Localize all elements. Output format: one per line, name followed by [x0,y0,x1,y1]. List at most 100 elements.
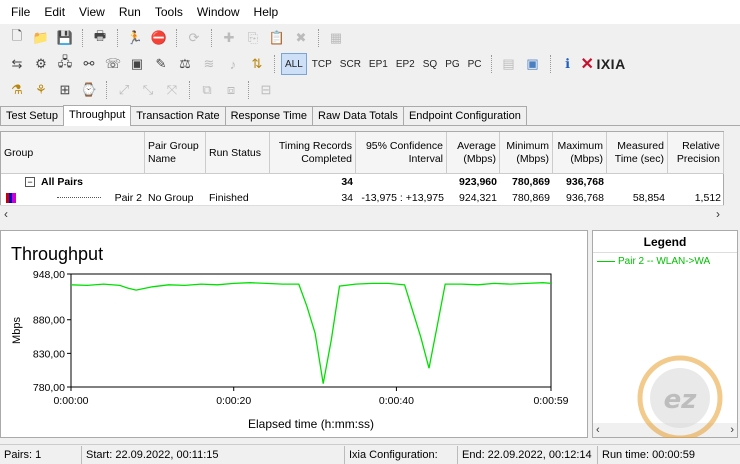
pair-icon[interactable]: ⇆ [6,53,28,75]
analyze-icon[interactable]: ⚖ [174,53,196,75]
throughput-chart: Throughput 948,00 880,00 830,00 780,000:00:0… [11,244,569,431]
filter-all[interactable]: ALL [281,53,307,75]
new-icon[interactable]: 🗋 [6,27,28,49]
menu-view[interactable]: View [72,5,112,19]
summary-maximum: 936,768 [566,176,604,188]
paste-icon[interactable]: 📋 [266,27,288,49]
protocol-toolbar: ⇆ ⚙ 🖧 ⚯ ☏ ▣ ✎ ⚖ ≋ ♪ ⇅ ALL TCP SCR EP1 EP… [0,51,740,77]
view-icon[interactable]: ▦ [325,27,347,49]
col-minimum[interactable]: Minimum (Mbps) [500,132,553,174]
tree-connector [57,197,101,198]
add-pair-icon[interactable]: ✚ [218,27,240,49]
chart-title: Throughput [11,244,103,264]
timing-records: 34 [341,192,353,204]
filter-pg[interactable]: PG [442,53,462,75]
info-icon[interactable]: ℹ [557,53,579,75]
watermark-logo: ez [637,355,723,438]
menu-file[interactable]: File [4,5,37,19]
menu-help[interactable]: Help [247,5,286,19]
scroll-left-icon[interactable]: ‹ [596,424,600,436]
col-timing-records[interactable]: Timing Records Completed [270,132,356,174]
legend-entry-label: Pair 2 -- WLAN->WA [618,256,711,267]
schedule-icon[interactable]: ⌚ [78,79,100,101]
wizard-icon[interactable]: ⚗ [6,79,28,101]
video-icon[interactable]: ▣ [126,53,148,75]
all-pairs-cell: − All Pairs [1,174,145,190]
unlink-icon[interactable]: ⧈ [220,79,242,101]
network-icon[interactable]: ⚯ [78,53,100,75]
open-folder-icon[interactable]: 📁 [30,27,52,49]
col-relative-precision[interactable]: Relative Precision [668,132,724,174]
grid-icon[interactable]: ⊟ [255,79,277,101]
col-group[interactable]: Group [1,132,145,174]
filter-ep1[interactable]: EP1 [366,53,391,75]
table-row-pair-2[interactable]: Pair 2 No Group Finished 34 -13,975 : +1… [1,190,724,206]
y-tick-label: 880,00 [33,315,65,327]
menu-window[interactable]: Window [190,5,247,19]
separator [274,55,275,73]
multicast-icon[interactable]: ⚙ [30,53,52,75]
refresh-icon[interactable]: ⟳ [183,27,205,49]
voip-icon[interactable]: ☏ [102,53,124,75]
scroll-right-icon[interactable]: › [716,207,720,221]
delete-icon[interactable]: ✖ [290,27,312,49]
status-config: Ixia Configuration: [345,445,458,464]
legend-entry-pair-2[interactable]: Pair 2 -- WLAN->WA [593,256,737,267]
edit-script-icon[interactable]: ✎ [150,53,172,75]
export-icon[interactable]: ▣ [522,53,544,75]
status-end: End: 22.09.2022, 00:12:14 [458,445,598,464]
tab-test-setup[interactable]: Test Setup [0,106,64,125]
topology-icon[interactable]: ⊞ [54,79,76,101]
grid-vertical-scrollbar[interactable] [724,131,740,221]
menu-edit[interactable]: Edit [37,5,72,19]
col-average[interactable]: Average (Mbps) [447,132,500,174]
col-pair-group-name[interactable]: Pair Group Name [145,132,206,174]
report-icon[interactable]: ▤ [498,53,520,75]
status-bar: Pairs: 1 Start: 22.09.2022, 00:11:15 Ixi… [0,444,740,464]
tab-throughput[interactable]: Throughput [62,105,132,126]
expand-icon[interactable]: ⤢ [113,79,135,101]
filter-pc[interactable]: PC [465,53,485,75]
filter-scr[interactable]: SCR [337,53,364,75]
relative-precision: 1,512 [694,192,721,204]
tab-transaction-rate[interactable]: Transaction Rate [130,106,226,125]
menu-tools[interactable]: Tools [148,5,190,19]
status-start: Start: 22.09.2022, 00:11:15 [82,445,345,464]
tab-response-time[interactable]: Response Time [224,106,314,125]
tab-raw-data-totals[interactable]: Raw Data Totals [312,106,404,125]
run-status: Finished [209,192,249,204]
col-run-status[interactable]: Run Status [206,132,270,174]
stop-icon[interactable]: ⛔ [148,27,170,49]
filter-sq[interactable]: SQ [420,53,440,75]
separator [248,81,249,99]
throughput-chart-pane: Throughput 948,00 880,00 830,00 780,00 0:00:0… [0,230,588,438]
media-icon[interactable]: ♪ [222,53,244,75]
col-confidence-interval[interactable]: 95% Confidence Interval [356,132,447,174]
save-icon[interactable]: 💾 [54,27,76,49]
col-measured-time[interactable]: Measured Time (sec) [607,132,668,174]
confidence-interval: -13,975 : +13,975 [361,192,444,204]
table-row-all-pairs[interactable]: − All Pairs 34 923,960 780,869 936,768 [1,174,607,190]
endpoint-icon[interactable]: 🖧 [54,53,76,75]
run-icon[interactable]: 🏃 [124,27,146,49]
sort-icon[interactable]: ⇅ [246,53,268,75]
group-icon[interactable]: ⤧ [161,79,183,101]
tab-endpoint-configuration[interactable]: Endpoint Configuration [402,106,527,125]
flow-icon[interactable]: ≋ [198,53,220,75]
menu-run[interactable]: Run [112,5,148,19]
col-maximum[interactable]: Maximum (Mbps) [553,132,607,174]
copy-icon[interactable]: ⎘ [242,27,264,49]
connect-icon[interactable]: ⚘ [30,79,52,101]
print-icon[interactable]: 🖶 [89,27,111,49]
separator [176,29,177,47]
link-icon[interactable]: ⧉ [196,79,218,101]
secondary-toolbar: ⚗ ⚘ ⊞ ⌚ ⤢ ⤡ ⤧ ⧉ ⧈ ⊟ [0,77,740,103]
status-runtime: Run time: 00:00:59 [602,448,695,461]
collapse-icon[interactable]: ⤡ [137,79,159,101]
filter-ep2[interactable]: EP2 [393,53,418,75]
collapse-icon[interactable]: − [25,177,35,187]
separator [490,55,492,73]
filter-tcp[interactable]: TCP [309,53,335,75]
scroll-left-icon[interactable]: ‹ [4,207,8,221]
grid-horizontal-scrollbar[interactable]: ‹ › [0,205,724,221]
